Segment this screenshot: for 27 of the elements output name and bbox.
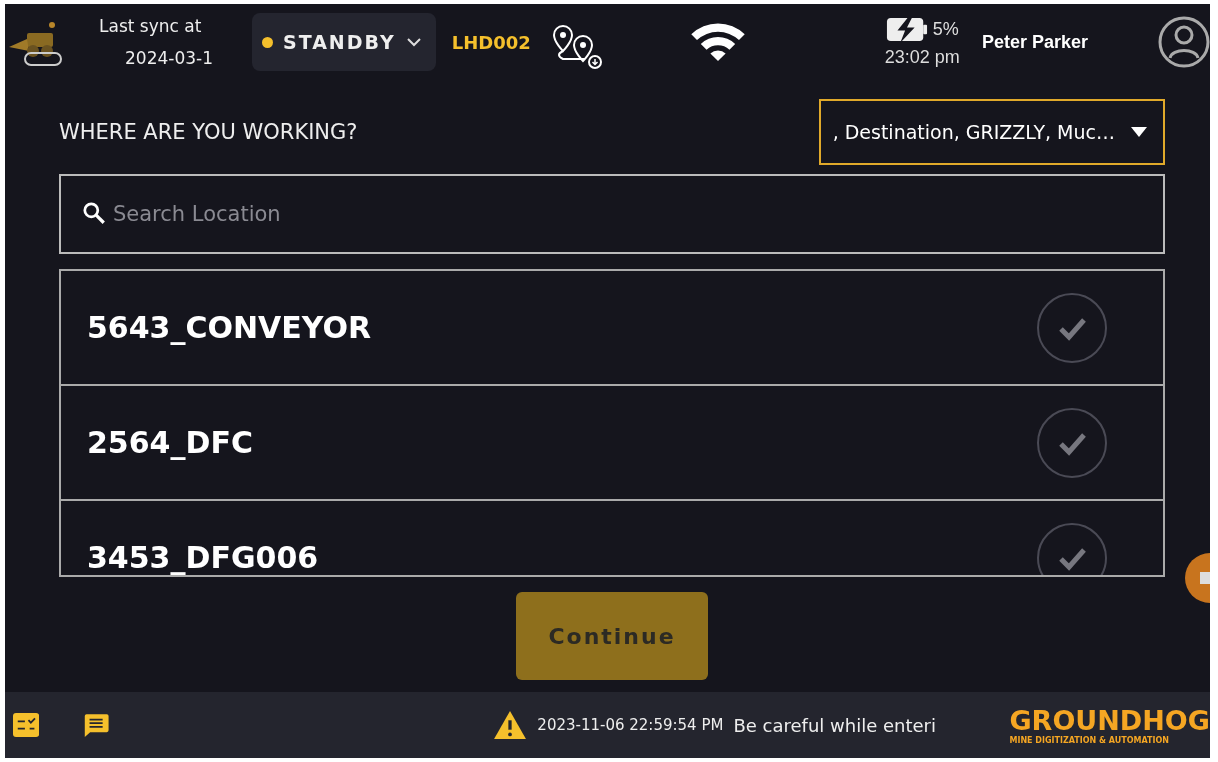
location-filter-dropdown[interactable]: , Destination, GRIZZLY, Muc…	[818, 99, 1165, 165]
last-sync-label: Last sync at	[99, 15, 203, 38]
last-sync-date: 2024-03-1	[124, 47, 214, 70]
warning-icon	[493, 710, 528, 740]
brand-name: GROUNDHOG	[1009, 705, 1210, 736]
user-avatar-icon[interactable]	[1158, 16, 1210, 68]
check-circle-icon	[1036, 291, 1108, 364]
location-item[interactable]: 5643_CONVEYOR	[61, 271, 1163, 386]
clock-time: 23:02 pm	[884, 47, 960, 68]
search-icon	[81, 200, 107, 226]
check-circle-icon	[1036, 406, 1108, 479]
user-name: Peter Parker	[981, 31, 1088, 53]
vehicle-id: LHD002	[451, 31, 531, 53]
wifi-icon	[688, 21, 747, 63]
battery-charging-icon	[885, 16, 928, 43]
caret-down-icon	[1131, 127, 1147, 137]
status-dropdown[interactable]: STANDBY	[252, 13, 436, 71]
alert-timestamp: 2023-11-06 22:59:54 PM	[537, 716, 724, 734]
prompt-heading: WHERE ARE YOU WORKING?	[59, 120, 358, 144]
brand-tagline: MINE DIGITIZATION & AUTOMATION	[1009, 736, 1169, 745]
battery-percent: 5%	[932, 19, 959, 40]
alert-message: Be careful while enteri	[733, 714, 937, 736]
floating-action-icon[interactable]	[1184, 553, 1210, 603]
status-label: STANDBY	[283, 31, 396, 53]
location-item[interactable]: 2564_DFC	[61, 386, 1163, 501]
chevron-down-icon	[405, 37, 422, 47]
search-field[interactable]: Search Location	[59, 174, 1165, 254]
